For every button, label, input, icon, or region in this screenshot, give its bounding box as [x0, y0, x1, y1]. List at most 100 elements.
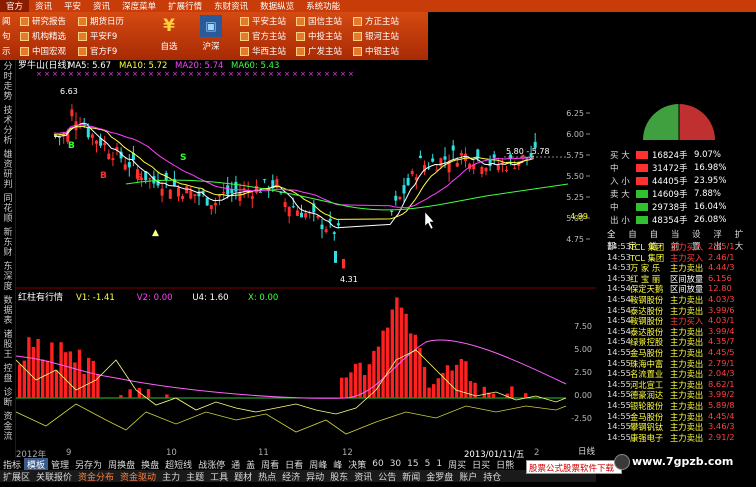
ext-tab-15[interactable]: 金罗盘	[423, 470, 456, 483]
toolbar-link-1-4[interactable]: 银河主站	[353, 29, 399, 43]
signal-marker: ×	[172, 70, 178, 78]
candle-body	[127, 162, 131, 168]
tick-row[interactable]: 14:54 泰达股份 主力卖出 3.99/4	[607, 326, 756, 337]
menu-item-0[interactable]: 官方	[0, 0, 30, 12]
toolbar-link-2-3[interactable]: 广发主站	[296, 44, 342, 58]
indicator-button-18[interactable]: 5	[422, 459, 434, 469]
tick-row[interactable]: 14:53 TCL 集团 主力买入 2.46/1	[607, 252, 756, 263]
tick-row[interactable]: 14:55 金马股份 主力卖出 4.45/5	[607, 347, 756, 358]
menu-item-8[interactable]: 系统功能	[300, 0, 346, 12]
toolbar-link-2-2[interactable]: 华西主站	[240, 44, 286, 58]
ext-tab-9[interactable]: 经济	[279, 470, 303, 483]
ext-tab-16[interactable]: 账户	[456, 470, 480, 483]
vtab-8[interactable]: 控盘	[1, 364, 15, 384]
vtab-3[interactable]: 同花顺	[1, 194, 15, 224]
tick-row[interactable]: 14:55 银轮股份 主力卖出 5.89/8	[607, 400, 756, 411]
ext-tab-11[interactable]: 股东	[327, 470, 351, 483]
tick-row[interactable]: 14:53 TCL 集团 主力买入 2.45/1	[607, 241, 756, 252]
toolbar-link-0-3[interactable]: 国信主站	[296, 14, 342, 28]
toolbar-link-2-4[interactable]: 中银主站	[353, 44, 399, 58]
menu-item-2[interactable]: 平安	[58, 0, 87, 12]
tick-tab-6[interactable]: 扩大	[735, 228, 750, 252]
ext-tab-0[interactable]: 扩展区	[0, 470, 33, 483]
ext-tab-17[interactable]: 持仓	[480, 470, 504, 483]
toolbar-link-0-2[interactable]: 平安主站	[240, 14, 286, 28]
tick-tab-2[interactable]: 自选	[650, 228, 665, 252]
tick-row[interactable]: 14:55 名流置业 主力卖出 2.04/3	[607, 368, 756, 379]
toolbar-big-button-0[interactable]: ¥ 自选	[154, 15, 184, 59]
tick-tab-1[interactable]: 自定	[628, 228, 643, 252]
kline-chart[interactable]: 6.25 6.00 5.75 5.50 5.25 5.00 4.75 4.99 罗牛山(日线) M…	[15, 59, 596, 448]
tick-row[interactable]: 14:54 泰达股份 主力卖出 3.99/6	[607, 305, 756, 316]
toolbar-link-0-0[interactable]: 研究报告	[20, 14, 66, 28]
ext-tab-5[interactable]: 主题	[183, 470, 207, 483]
toolbar-link-1-1[interactable]: 平安F9	[78, 29, 117, 43]
toolbar-link-1-3[interactable]: 中投主站	[296, 29, 342, 43]
red-bar	[482, 386, 486, 398]
tick-row[interactable]: 14:53 万 家 乐主力卖出 4.44/3	[607, 262, 756, 273]
tick-tab-4[interactable]: 设置	[692, 228, 707, 252]
tick-stock: 金马股份	[630, 348, 664, 358]
menu-item-6[interactable]: 东财资讯	[208, 0, 254, 12]
vtab-9[interactable]: 诊断	[1, 388, 15, 408]
menu-item-3[interactable]: 资讯	[87, 0, 116, 12]
tick-value: 4.45/4	[708, 410, 735, 421]
indicator-button-19[interactable]: 1	[433, 459, 445, 469]
ext-tab-8[interactable]: 热点	[255, 470, 279, 483]
vtab-2[interactable]: 雄资研判	[1, 150, 15, 190]
toolbar-link-1-2[interactable]: 官方主站	[240, 29, 286, 43]
ext-tab-2[interactable]: 资金分布	[75, 470, 117, 483]
ext-tab-6[interactable]: 工具	[207, 470, 231, 483]
tick-row[interactable]: 14:55 河北宣工 主力卖出 8.62/1	[607, 379, 756, 390]
vtab-6[interactable]: 数据表	[1, 296, 15, 326]
vtab-4[interactable]: 新东财	[1, 228, 15, 258]
ext-tab-10[interactable]: 异动	[303, 470, 327, 483]
vtab-1[interactable]: 技术分析	[1, 106, 15, 146]
indicator-toolbar: 指标 模板 管理 另存为 周换盘 换盘 超短线 战涨停通盖周看 日看 周峰峰决策 60 30 15 5 1 周…	[0, 457, 596, 471]
right-panel: 买 大 16824手 9.07% 中 31472手 16.98% 入 小 44405手 23.9…	[578, 60, 756, 457]
ext-tab-14[interactable]: 新闻	[399, 470, 423, 483]
ext-tab-12[interactable]: 资讯	[351, 470, 375, 483]
tick-row[interactable]: 14:54 鞍钢股份 主力买入 4.03/1	[607, 315, 756, 326]
ext-tab-3[interactable]: 资金驱动	[117, 470, 159, 483]
indicator-button-15[interactable]: 60	[369, 459, 386, 469]
ext-tab-7[interactable]: 题材	[231, 470, 255, 483]
toolbar-link-0-1[interactable]: 期货日历	[78, 14, 124, 28]
vtab-0[interactable]: 分时走势	[1, 62, 15, 102]
tick-row[interactable]: 14:54 鞍钢股份 主力卖出 4.03/3	[607, 294, 756, 305]
toolbar-link-1-0[interactable]: 机构精选	[20, 29, 66, 43]
ad-popup[interactable]: 股票公式股票软件下载	[526, 460, 622, 474]
toolbar-link-2-1[interactable]: 官方F9	[78, 44, 117, 58]
tick-row[interactable]: 14:55 珠海中富 主力卖出 2.79/1	[607, 358, 756, 369]
menu-item-7[interactable]: 数据纵览	[254, 0, 300, 12]
toolbar-link-0-4[interactable]: 方正主站	[353, 14, 399, 28]
top-menubar: 官方 资讯 平安 资讯 深度菜单 扩展行情 东财资讯 数据纵览 系统功能	[0, 0, 756, 12]
menu-item-4[interactable]: 深度菜单	[116, 0, 162, 12]
menu-item-1[interactable]: 资讯	[29, 0, 58, 12]
tick-tab-0[interactable]: 全部	[607, 228, 622, 252]
tick-row[interactable]: 14:55 康强电子 主力卖出 2.91/2	[607, 432, 756, 443]
vtab-7[interactable]: 诸股王	[1, 330, 15, 360]
tick-tab-3[interactable]: 当前	[671, 228, 686, 252]
ext-tab-1[interactable]: 关联报价	[33, 470, 75, 483]
tick-row[interactable]: 14:53 红 宝 丽区间放量 6.156	[607, 273, 756, 284]
vtab-10[interactable]: 资金流	[1, 412, 15, 442]
ext-tab-4[interactable]: 主力	[159, 470, 183, 483]
tick-row[interactable]: 14:54 保定天鹅 区间放量 12.80	[607, 283, 756, 294]
tick-row[interactable]: 14:54 绿景控股 主力卖出 4.35/7	[607, 336, 756, 347]
tick-tab-5[interactable]: 浮出	[713, 228, 728, 252]
toolbar-link-2-0[interactable]: 中国宏观	[20, 44, 66, 58]
candle-body	[484, 167, 488, 172]
tick-row[interactable]: 14:55 攀钢钒钛 主力卖出 3.46/3	[607, 421, 756, 432]
vtab-5[interactable]: 东深度	[1, 262, 15, 292]
candle-body	[332, 232, 336, 234]
candle-body	[513, 167, 517, 169]
toolbar-big-button-1[interactable]: ▣ 沪深	[196, 15, 226, 59]
indicator-button-17[interactable]: 15	[404, 459, 421, 469]
tick-row[interactable]: 14:55 德豪润达 主力卖出 3.99/2	[607, 389, 756, 400]
ext-tab-13[interactable]: 公告	[375, 470, 399, 483]
tick-row[interactable]: 14:55 金马股份 主力卖出 4.45/4	[607, 411, 756, 422]
indicator-button-16[interactable]: 30	[387, 459, 404, 469]
red-bar	[524, 393, 528, 398]
menu-item-5[interactable]: 扩展行情	[162, 0, 208, 12]
